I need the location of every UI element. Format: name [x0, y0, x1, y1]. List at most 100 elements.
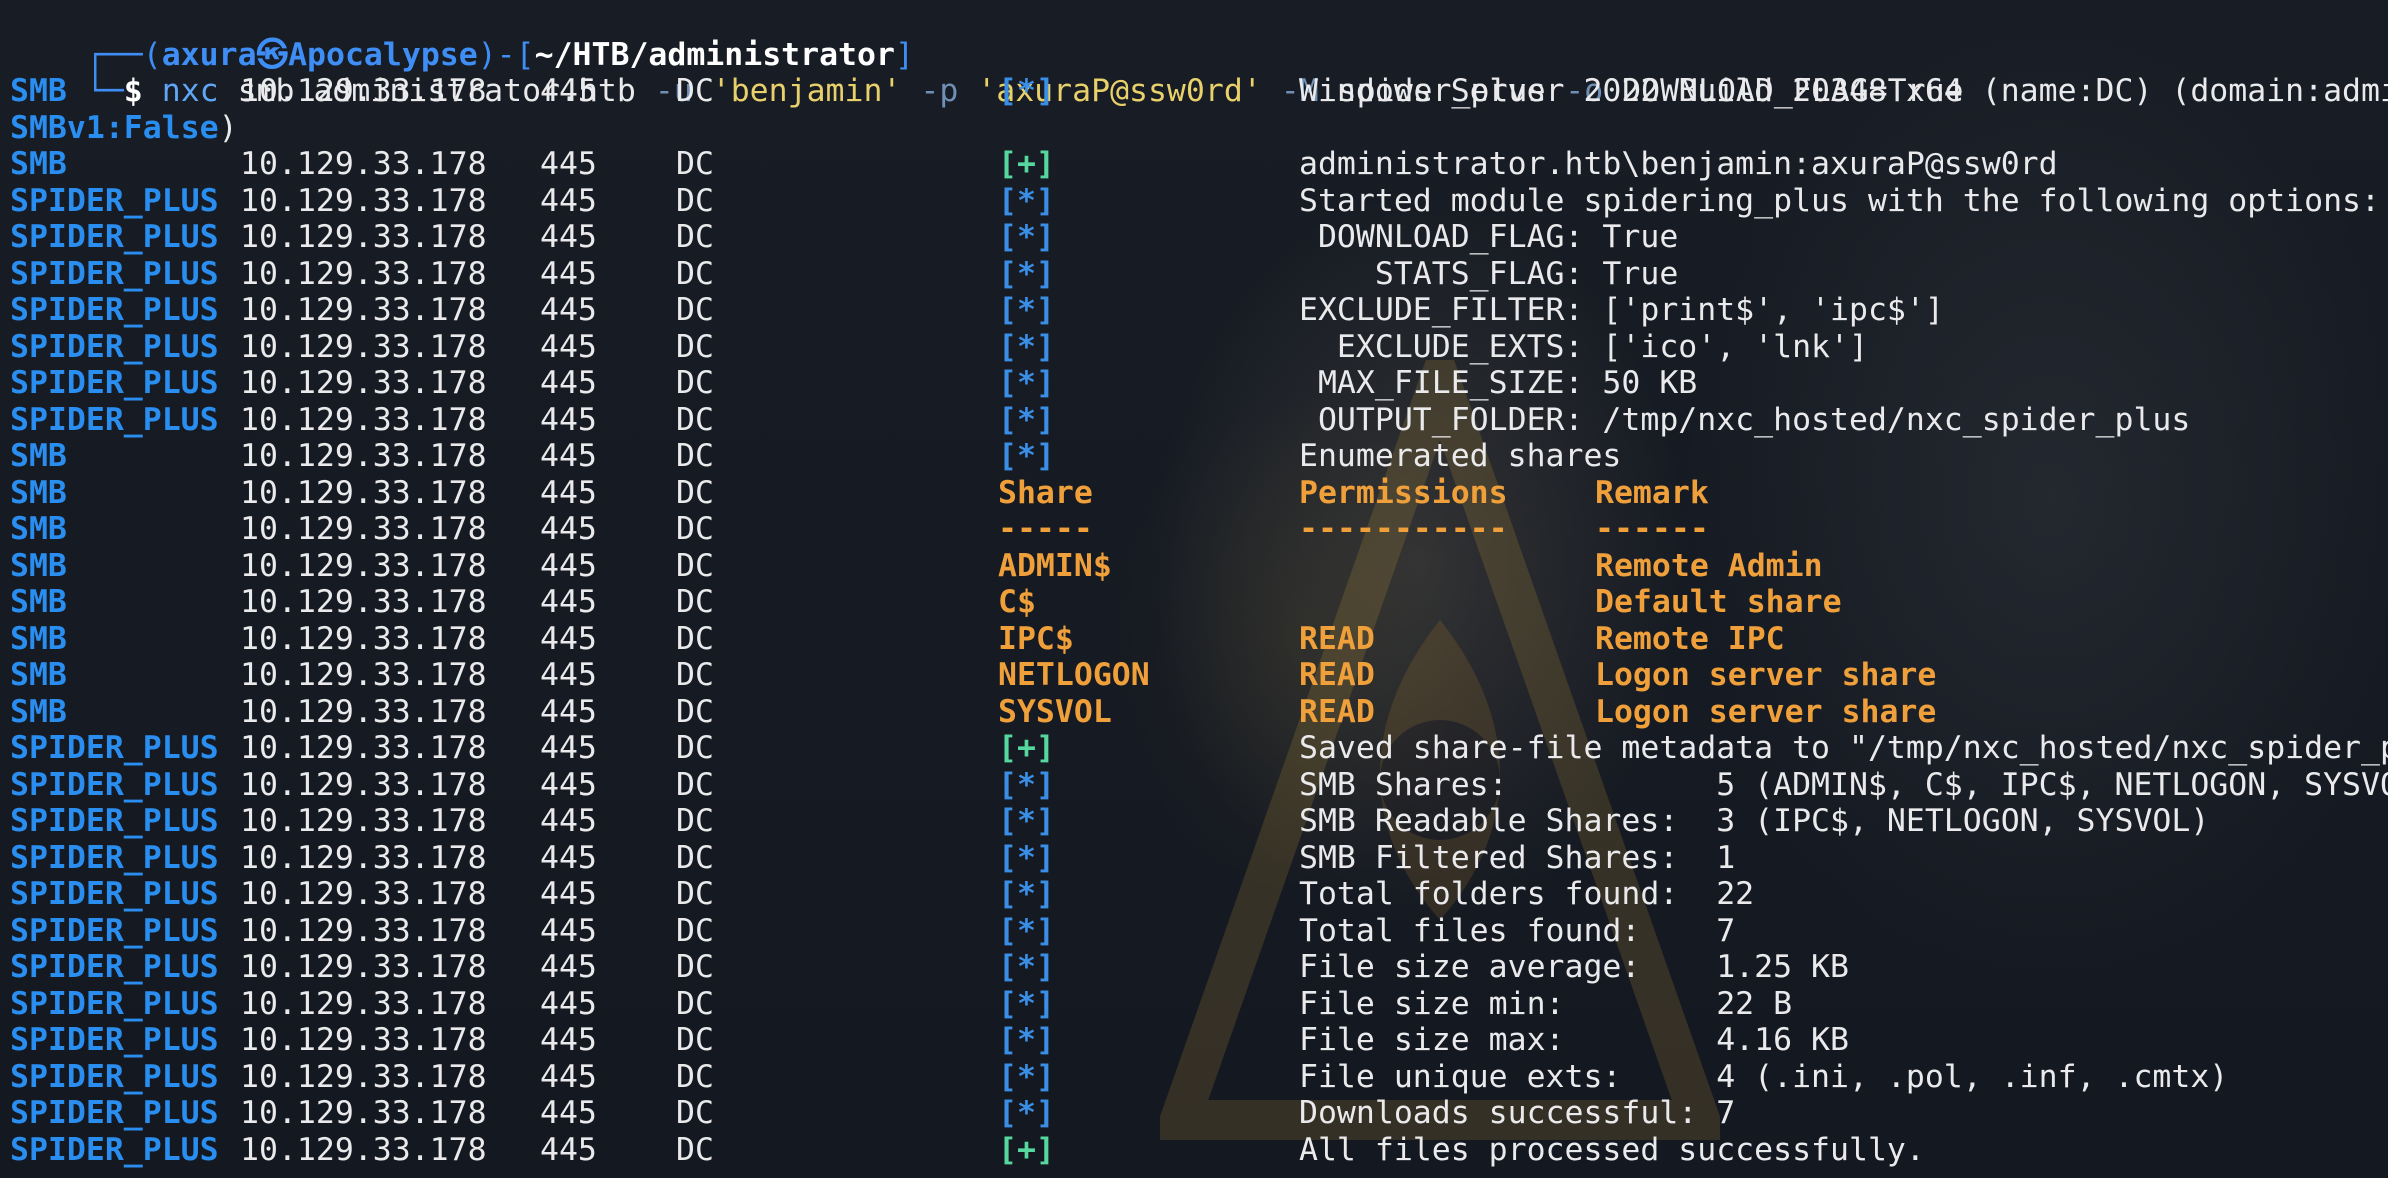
hostname: DC: [676, 730, 714, 766]
share-name: IPC$: [998, 620, 1074, 657]
port: 445: [540, 182, 597, 219]
port: 445: [540, 657, 597, 693]
hostname: DC: [676, 584, 714, 620]
hostname: DC: [676, 839, 714, 876]
port: 445: [540, 1095, 597, 1131]
output-line: SMB 10.129.33.178 445 DC [*] Windows Server 2…: [10, 73, 2388, 110]
port: 445: [540, 547, 597, 584]
ip-address: 10.129.33.178: [240, 292, 487, 328]
protocol-label: SPIDER_PLUS: [10, 876, 219, 912]
protocol-label: SMB: [10, 620, 67, 657]
output-line: SPIDER_PLUS 10.129.33.178 445 DC [*] File siz…: [10, 1022, 2388, 1059]
status-success-marker: [+]: [998, 146, 1055, 182]
status-info-marker: [*]: [998, 73, 1055, 109]
hostname: DC: [676, 1058, 714, 1095]
share-permissions: READ: [1299, 693, 1375, 730]
protocol-label: SPIDER_PLUS: [10, 1022, 219, 1058]
output-line: SPIDER_PLUS 10.129.33.178 445 DC [*] EXCLUDE…: [10, 329, 2388, 366]
port: 445: [540, 146, 597, 182]
port: 445: [540, 1131, 597, 1168]
wrapped-text-end: ): [218, 109, 238, 146]
command-line[interactable]: └─$ nxc smb administrator.htb -u 'benjam…: [10, 37, 2388, 109]
status-info-marker: [*]: [998, 292, 1055, 328]
output-line: SPIDER_PLUS 10.129.33.178 445 DC [*] Started …: [10, 183, 2388, 220]
ip-address: 10.129.33.178: [240, 547, 487, 584]
message-text: Total files found: 7: [1299, 912, 1736, 949]
port: 445: [540, 949, 597, 985]
port: 445: [540, 292, 597, 328]
port: 445: [540, 839, 597, 876]
share-remark: Default share: [1595, 584, 1842, 620]
protocol-label: SPIDER_PLUS: [10, 1131, 219, 1168]
share-remark: Remote IPC: [1595, 620, 1785, 657]
port: 445: [540, 1058, 597, 1095]
output-line: SPIDER_PLUS 10.129.33.178 445 DC [*] Total fi…: [10, 913, 2388, 950]
output-line: SPIDER_PLUS 10.129.33.178 445 DC [*] Total fo…: [10, 876, 2388, 913]
hostname: DC: [676, 912, 714, 949]
port: 445: [540, 693, 597, 730]
port: 445: [540, 438, 597, 474]
port: 445: [540, 876, 597, 912]
ip-address: 10.129.33.178: [240, 401, 487, 438]
hostname: DC: [676, 511, 714, 547]
port: 445: [540, 255, 597, 292]
message-text: MAX_FILE_SIZE: 50 KB: [1299, 365, 1698, 401]
status-info-marker: [*]: [998, 401, 1055, 438]
protocol-label: SPIDER_PLUS: [10, 839, 219, 876]
ip-address: 10.129.33.178: [240, 693, 487, 730]
output-line: SPIDER_PLUS 10.129.33.178 445 DC [*] OUTPUT_…: [10, 402, 2388, 439]
status-info-marker: [*]: [998, 1022, 1055, 1058]
ip-address: 10.129.33.178: [240, 949, 487, 985]
protocol-label: SPIDER_PLUS: [10, 912, 219, 949]
hostname: DC: [676, 255, 714, 292]
ip-address: 10.129.33.178: [240, 876, 487, 912]
hostname: DC: [676, 365, 714, 401]
output-line: SMB 10.129.33.178 445 DC C$ Default share: [10, 584, 2388, 621]
status-info-marker: [*]: [998, 949, 1055, 985]
message-text: DOWNLOAD_FLAG: True: [1299, 219, 1679, 255]
output-line: SPIDER_PLUS 10.129.33.178 445 DC [*] DOWNLOA…: [10, 219, 2388, 256]
share-name: -----: [998, 511, 1093, 547]
ip-address: 10.129.33.178: [240, 182, 487, 219]
message-text: Saved share-file metadata to "/tmp/nxc_h…: [1299, 730, 2388, 766]
output-line: SMB 10.129.33.178 445 DC ----- ----------- ---…: [10, 511, 2388, 548]
protocol-label: SMB: [10, 547, 67, 584]
output-line: SPIDER_PLUS 10.129.33.178 445 DC [+] All file…: [10, 1132, 2388, 1169]
ip-address: 10.129.33.178: [240, 584, 487, 620]
protocol-label: SMB: [10, 438, 67, 474]
ip-address: 10.129.33.178: [240, 766, 487, 803]
ip-address: 10.129.33.178: [240, 511, 487, 547]
hostname: DC: [676, 876, 714, 912]
ip-address: 10.129.33.178: [240, 474, 487, 511]
message-text: SMB Shares: 5 (ADMIN$, C$, IPC$, NETLOGO…: [1299, 766, 2388, 803]
message-text: OUTPUT_FOLDER: /tmp/nxc_hosted/nxc_spide…: [1299, 401, 2191, 438]
ip-address: 10.129.33.178: [240, 365, 487, 401]
protocol-label: SPIDER_PLUS: [10, 292, 219, 328]
ip-address: 10.129.33.178: [240, 620, 487, 657]
status-info-marker: [*]: [998, 365, 1055, 401]
output-line: SMB 10.129.33.178 445 DC IPC$ READ Remote IPC: [10, 621, 2388, 658]
share-name: NETLOGON: [998, 657, 1150, 693]
output-line: SPIDER_PLUS 10.129.33.178 445 DC [*] File uni…: [10, 1059, 2388, 1096]
status-info-marker: [*]: [998, 1095, 1055, 1131]
terminal-output[interactable]: ┌──(axura㉿Apocalypse)-[~/HTB/administrat…: [0, 0, 2388, 1178]
hostname: DC: [676, 620, 714, 657]
ip-address: 10.129.33.178: [240, 912, 487, 949]
protocol-label: SPIDER_PLUS: [10, 328, 219, 365]
status-info-marker: [*]: [998, 438, 1055, 474]
output-line: SPIDER_PLUS 10.129.33.178 445 DC [*] File siz…: [10, 986, 2388, 1023]
status-info-marker: [*]: [998, 766, 1055, 803]
ip-address: 10.129.33.178: [240, 219, 487, 255]
port: 445: [540, 219, 597, 255]
output-line: SPIDER_PLUS 10.129.33.178 445 DC [*] SMB Filt…: [10, 840, 2388, 877]
output-line: SPIDER_PLUS 10.129.33.178 445 DC [*] MAX_FIL…: [10, 365, 2388, 402]
status-info-marker: [*]: [998, 328, 1055, 365]
message-text: SMB Filtered Shares: 1: [1299, 839, 1736, 876]
status-success-marker: [+]: [998, 1131, 1055, 1168]
protocol-label: SPIDER_PLUS: [10, 766, 219, 803]
hostname: DC: [676, 438, 714, 474]
protocol-label: SPIDER_PLUS: [10, 182, 219, 219]
protocol-label: SPIDER_PLUS: [10, 1058, 219, 1095]
hostname: DC: [676, 803, 714, 839]
hostname: DC: [676, 1131, 714, 1168]
